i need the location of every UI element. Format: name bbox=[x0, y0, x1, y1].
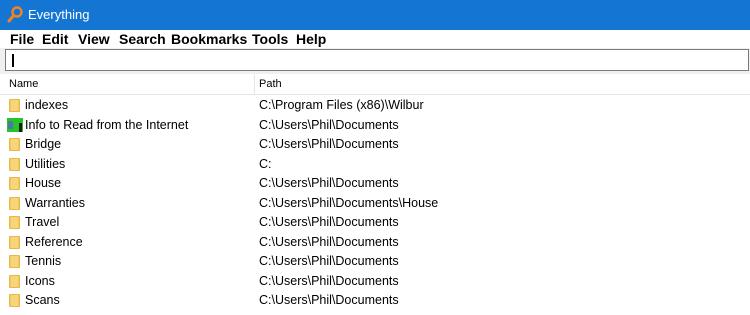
row-name: House bbox=[25, 176, 62, 190]
everything-window: Everything File Edit View Search Bookmar… bbox=[0, 0, 750, 315]
list-header: Name Path bbox=[0, 74, 750, 95]
row-name: Utilities bbox=[25, 156, 66, 171]
folder-icon bbox=[9, 216, 20, 229]
menu-help[interactable]: Help bbox=[294, 30, 328, 48]
row-path: C:\Users\Phil\Documents\House bbox=[259, 195, 439, 210]
folder-icon bbox=[9, 177, 20, 190]
menu-bookmarks[interactable]: Bookmarks bbox=[169, 30, 249, 48]
folder-icon bbox=[9, 255, 20, 268]
column-header-name[interactable]: Name bbox=[9, 74, 38, 94]
text-caret bbox=[12, 54, 14, 67]
row-path: C:\Program Files (x86)\Wilbur bbox=[259, 98, 424, 112]
table-row[interactable]: Info to Read from the Internet C:\Users\… bbox=[0, 116, 750, 136]
table-row[interactable]: House C:\Users\Phil\Documents bbox=[0, 174, 750, 194]
row-path: C:\Users\Phil\Documents bbox=[259, 137, 399, 151]
table-row[interactable]: Icons C:\Users\Phil\Documents bbox=[0, 272, 750, 292]
table-row[interactable]: indexes C:\Program Files (x86)\Wilbur bbox=[0, 96, 750, 116]
magnifier-icon bbox=[7, 6, 23, 23]
folder-icon bbox=[9, 138, 20, 151]
row-name: Travel bbox=[25, 215, 60, 229]
row-path: C:\Users\Phil\Documents bbox=[259, 273, 399, 288]
row-path: C: bbox=[259, 156, 272, 171]
row-name: Tennis bbox=[25, 254, 62, 268]
menu-file[interactable]: File bbox=[8, 30, 36, 48]
table-row[interactable]: Utilities C: bbox=[0, 155, 750, 175]
menu-view[interactable]: View bbox=[76, 30, 112, 48]
row-path: C:\Users\Phil\Documents bbox=[259, 293, 399, 307]
menu-edit[interactable]: Edit bbox=[40, 30, 70, 48]
row-name: Reference bbox=[25, 234, 83, 249]
row-path: C:\Users\Phil\Documents bbox=[259, 117, 399, 132]
title-bar[interactable]: Everything bbox=[0, 0, 750, 30]
row-name: Scans bbox=[25, 293, 60, 307]
menu-bar: File Edit View Search Bookmarks Tools He… bbox=[0, 30, 750, 48]
menu-search[interactable]: Search bbox=[117, 30, 168, 48]
row-path: C:\Users\Phil\Documents bbox=[259, 234, 399, 249]
row-name: Icons bbox=[25, 273, 55, 288]
menu-tools[interactable]: Tools bbox=[250, 30, 290, 48]
table-row[interactable]: Tennis C:\Users\Phil\Documents bbox=[0, 252, 750, 272]
table-row[interactable]: Scans C:\Users\Phil\Documents bbox=[0, 291, 750, 311]
row-path: C:\Users\Phil\Documents bbox=[259, 176, 399, 190]
table-row[interactable]: Bridge C:\Users\Phil\Documents bbox=[0, 135, 750, 155]
column-divider[interactable] bbox=[254, 74, 255, 94]
results-list[interactable]: Name Path indexes C:\Program Files (x86)… bbox=[0, 74, 750, 315]
table-row[interactable]: Warranties C:\Users\Phil\Documents\House bbox=[0, 194, 750, 214]
window-title: Everything bbox=[28, 7, 90, 22]
table-row[interactable]: Reference C:\Users\Phil\Documents bbox=[0, 233, 750, 253]
row-path: C:\Users\Phil\Documents bbox=[259, 215, 399, 229]
table-row[interactable]: Travel C:\Users\Phil\Documents bbox=[0, 213, 750, 233]
row-name: Info to Read from the Internet bbox=[25, 117, 189, 132]
folder-icon bbox=[9, 196, 20, 210]
column-header-path[interactable]: Path bbox=[259, 74, 282, 94]
row-path: C:\Users\Phil\Documents bbox=[259, 254, 399, 268]
row-name: Warranties bbox=[25, 195, 85, 210]
folder-icon bbox=[9, 274, 20, 288]
folder-icon bbox=[9, 294, 20, 307]
folder-icon bbox=[9, 235, 20, 249]
folder-icon bbox=[9, 157, 20, 171]
special-folder-icon bbox=[7, 117, 23, 132]
row-name: indexes bbox=[25, 98, 69, 112]
search-input[interactable] bbox=[5, 49, 749, 71]
folder-icon bbox=[9, 99, 20, 112]
row-name: Bridge bbox=[25, 137, 62, 151]
search-bar bbox=[0, 48, 750, 74]
